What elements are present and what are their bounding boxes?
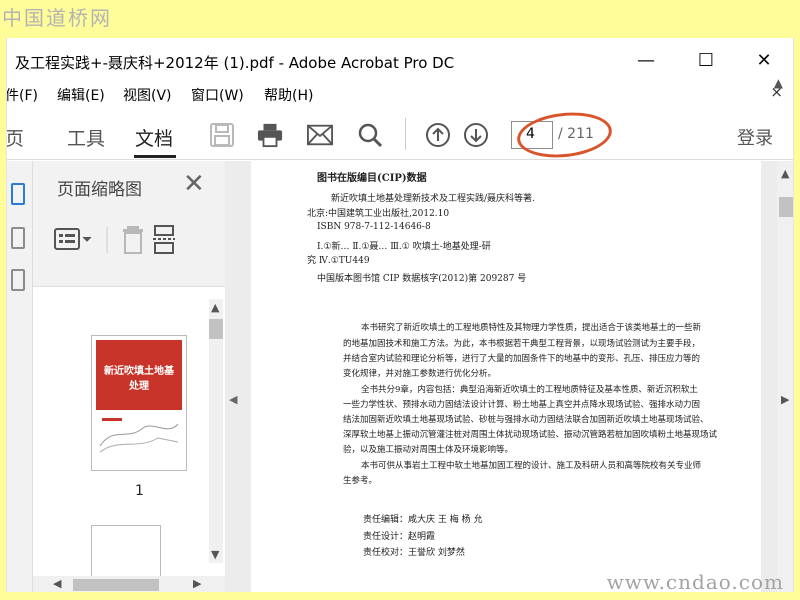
thumbnails-vertical-scrollbar[interactable]: ▲ ▼	[209, 299, 223, 563]
body-line: 验，以及施工振动对周围土体及环境影响等。	[343, 445, 514, 455]
tab-document[interactable]: 文档	[135, 124, 173, 151]
insert-page-icon[interactable]	[153, 225, 175, 254]
panel-toolbar	[53, 223, 213, 261]
page-thumbnail-1[interactable]: 新近吹填土地基处理	[91, 335, 187, 471]
collapse-right-panel-icon[interactable]: ▶	[781, 393, 789, 406]
scroll-down-icon[interactable]: ▼	[211, 548, 219, 561]
body-line: 并结合室内试验和理论分析等，进行了大量的加固条件下的地基中的变形、孔压、排压应力…	[343, 354, 701, 364]
cip-line: Ⅰ.①新… Ⅱ.①聂… Ⅲ.① 吹填土-地基处理-研	[317, 242, 491, 252]
panel-title: 页面缩略图	[57, 180, 142, 200]
next-page-icon[interactable]	[463, 122, 489, 148]
scroll-thumb[interactable]	[73, 579, 159, 591]
thumbnails-list: 新近吹填土地基处理 1	[33, 286, 225, 585]
email-icon[interactable]	[307, 122, 333, 148]
save-icon[interactable]	[209, 122, 235, 148]
body-line: 结法加固新近吹填土地基现场试验、砂桩与强排水动力固结法联合加固新近吹填土地基现场…	[343, 415, 709, 425]
work-area: 页面缩略图 ✕ 新近吹填土地基处理 1 ▲ ▼ ◀ ▶ 图书在版编目(CIP)数…	[7, 161, 793, 592]
cip-line: 中国版本图书馆 CIP 数据核字(2012)第 209287 号	[317, 274, 527, 284]
credit-line: 责任校对：王誉欣 刘梦然	[363, 548, 465, 558]
acrobat-window: 及工程实践+-聂庆科+2012年 (1).pdf - Adobe Acrobat…	[6, 38, 794, 592]
panel-close-icon[interactable]: ✕	[183, 169, 205, 199]
close-window-button[interactable]: ✕	[749, 46, 779, 74]
minimize-button[interactable]: —	[631, 46, 661, 74]
toolbar-divider	[405, 118, 406, 150]
attachments-nav-icon[interactable]	[11, 269, 25, 291]
login-link[interactable]: 登录	[737, 124, 773, 150]
search-icon[interactable]	[357, 122, 383, 148]
maximize-icon: ☐	[697, 49, 715, 71]
body-line: 生参考。	[343, 476, 378, 486]
body-line: 一些力学性状、预排水动力固结法设计计算、粉土地基上真空并点降水现场试验、强排水动…	[343, 400, 701, 410]
body-line: 的地基加固技术和施工方法。为此，本书根据若干典型工程背景，以现场试验测试为主要手…	[343, 339, 701, 349]
bookmarks-nav-icon[interactable]	[11, 227, 25, 249]
body-line: 变化规律，并对施工参数进行优化分析。	[343, 369, 497, 379]
body-line: 本书研究了新近吹填土的工程地质特性及其物理力学性质，提出适合于该类地基土的一些新	[361, 323, 702, 333]
scroll-up-icon[interactable]: ▲	[774, 76, 783, 90]
pdf-page[interactable]: 图书在版编目(CIP)数据 新近吹填土地基处理新技术及工程实践/聂庆科等著. 北…	[251, 161, 761, 592]
delete-page-icon[interactable]	[123, 226, 143, 254]
scroll-up-icon[interactable]: ▲	[211, 301, 219, 314]
body-line: 深厚软土地基上振动沉管灌注桩对周围土体扰动现场试验、振动沉管路若桩加固吹填粉土地…	[343, 430, 718, 440]
menu-edit[interactable]: 编辑(E)	[57, 85, 105, 105]
menu-view[interactable]: 视图(V)	[123, 85, 172, 105]
body-line: 全书共分9章，内容包括：典型沿海新近吹填土的工程地质特征及基本性质、新近沉积软土	[361, 385, 698, 395]
cover-thumbnail: 新近吹填土地基处理	[96, 340, 182, 410]
navigation-rail	[7, 161, 33, 592]
tab-home[interactable]: 页	[7, 124, 24, 151]
cip-title: 图书在版编目(CIP)数据	[317, 173, 427, 184]
scroll-left-icon[interactable]: ◀	[53, 577, 61, 590]
document-view: 图书在版编目(CIP)数据 新近吹填土地基处理新技术及工程实践/聂庆科等著. 北…	[225, 161, 777, 592]
watermark-bottom: www.cndao.com	[606, 570, 784, 594]
thumbnail-page-number: 1	[135, 483, 144, 499]
scroll-thumb[interactable]	[209, 319, 223, 339]
scroll-up-icon[interactable]: ▲	[781, 167, 789, 180]
document-vertical-scrollbar[interactable]: ▲ ▶	[777, 161, 793, 592]
annotation-ellipse	[514, 108, 615, 162]
previous-page-icon[interactable]	[425, 122, 451, 148]
thumbnail-options-icon[interactable]	[54, 228, 92, 250]
menu-window[interactable]: 窗口(W)	[191, 85, 244, 105]
menu-help[interactable]: 帮助(H)	[264, 85, 313, 105]
page-thumbnails-panel: 页面缩略图 ✕ 新近吹填土地基处理 1 ▲ ▼ ◀ ▶	[33, 161, 225, 592]
main-toolbar: 页 工具 文档 4 / 211 登录	[7, 108, 793, 162]
print-icon[interactable]	[257, 122, 283, 148]
scroll-right-icon[interactable]: ▶	[193, 577, 201, 590]
cover-title: 新近吹填土地基处理	[104, 366, 174, 392]
cip-line: 新近吹填土地基处理新技术及工程实践/聂庆科等著.	[331, 194, 535, 204]
title-bar: 及工程实践+-聂庆科+2012年 (1).pdf - Adobe Acrobat…	[7, 38, 793, 82]
minimize-icon: —	[637, 49, 655, 71]
tab-tools[interactable]: 工具	[67, 124, 105, 151]
page-thumbnails-nav-icon[interactable]	[11, 183, 25, 205]
cip-line: 北京:中国建筑工业出版社,2012.10	[307, 209, 450, 219]
menu-bar: 件(F) 编辑(E) 视图(V) 窗口(W) 帮助(H) ×	[7, 82, 793, 108]
cover-map-graphic	[99, 418, 179, 453]
scroll-thumb[interactable]	[779, 197, 793, 217]
credit-line: 责任设计：赵明霞	[363, 532, 436, 542]
credit-line: 责任编辑：咸大庆 王 梅 杨 允	[363, 515, 483, 525]
thumbnails-horizontal-scrollbar[interactable]: ◀ ▶	[33, 576, 225, 592]
cip-line: 究 Ⅳ.①TU449	[307, 256, 370, 266]
cip-line: ISBN 978-7-112-14646-8	[317, 222, 431, 232]
maximize-button[interactable]: ☐	[691, 46, 721, 74]
active-tab-indicator	[134, 155, 176, 158]
collapse-left-panel-icon[interactable]: ◀	[229, 393, 237, 406]
menu-file[interactable]: 件(F)	[7, 85, 38, 105]
watermark-top: 中国道桥网	[2, 6, 112, 30]
close-icon: ✕	[756, 49, 772, 71]
body-line: 本书可供从事岩土工程中软土地基加固工程的设计、施工及科研人员和高等院校有关专业师	[361, 461, 702, 471]
window-title: 及工程实践+-聂庆科+2012年 (1).pdf - Adobe Acrobat…	[15, 54, 455, 72]
